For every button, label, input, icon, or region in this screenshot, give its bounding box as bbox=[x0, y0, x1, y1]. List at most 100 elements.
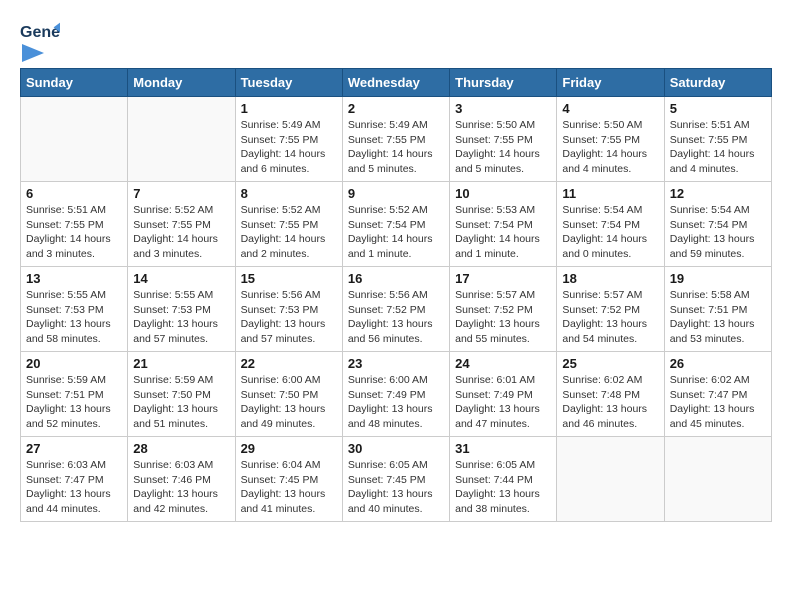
day-info: Sunrise: 5:59 AM Sunset: 7:51 PM Dayligh… bbox=[26, 373, 122, 432]
day-info: Sunrise: 6:05 AM Sunset: 7:44 PM Dayligh… bbox=[455, 458, 551, 517]
day-info: Sunrise: 5:49 AM Sunset: 7:55 PM Dayligh… bbox=[241, 118, 337, 177]
calendar-cell: 5 Sunrise: 5:51 AM Sunset: 7:55 PM Daylig… bbox=[664, 97, 771, 182]
day-info: Sunrise: 5:49 AM Sunset: 7:55 PM Dayligh… bbox=[348, 118, 444, 177]
calendar-cell: 14 Sunrise: 5:55 AM Sunset: 7:53 PM Dayli… bbox=[128, 267, 235, 352]
day-number: 19 bbox=[670, 271, 766, 286]
calendar-week-4: 20Sunrise: 5:59 AM Sunset: 7:51 PM Dayli… bbox=[21, 352, 772, 437]
calendar-cell: 6Sunrise: 5:51 AM Sunset: 7:55 PM Daylig… bbox=[21, 182, 128, 267]
calendar-cell: 16 Sunrise: 5:56 AM Sunset: 7:52 PM Dayli… bbox=[342, 267, 449, 352]
day-number: 31 bbox=[455, 441, 551, 456]
calendar-cell: 2 Sunrise: 5:49 AM Sunset: 7:55 PM Daylig… bbox=[342, 97, 449, 182]
day-info: Sunrise: 5:55 AM Sunset: 7:53 PM Dayligh… bbox=[133, 288, 229, 347]
day-number: 26 bbox=[670, 356, 766, 371]
day-number: 25 bbox=[562, 356, 658, 371]
calendar-week-2: 6Sunrise: 5:51 AM Sunset: 7:55 PM Daylig… bbox=[21, 182, 772, 267]
weekday-tuesday: Tuesday bbox=[235, 69, 342, 97]
weekday-header-row: SundayMondayTuesdayWednesdayThursdayFrid… bbox=[21, 69, 772, 97]
calendar-cell: 8Sunrise: 5:52 AM Sunset: 7:55 PM Daylig… bbox=[235, 182, 342, 267]
day-info: Sunrise: 5:52 AM Sunset: 7:54 PM Dayligh… bbox=[348, 203, 444, 262]
day-number: 1 bbox=[241, 101, 337, 116]
day-info: Sunrise: 6:00 AM Sunset: 7:50 PM Dayligh… bbox=[241, 373, 337, 432]
calendar-cell bbox=[664, 437, 771, 522]
calendar-cell: 30 Sunrise: 6:05 AM Sunset: 7:45 PM Dayli… bbox=[342, 437, 449, 522]
calendar-cell: 29Sunrise: 6:04 AM Sunset: 7:45 PM Dayli… bbox=[235, 437, 342, 522]
day-number: 16 bbox=[348, 271, 444, 286]
day-info: Sunrise: 5:57 AM Sunset: 7:52 PM Dayligh… bbox=[455, 288, 551, 347]
day-number: 29 bbox=[241, 441, 337, 456]
weekday-wednesday: Wednesday bbox=[342, 69, 449, 97]
calendar-week-3: 13 Sunrise: 5:55 AM Sunset: 7:53 PM Dayli… bbox=[21, 267, 772, 352]
calendar-cell: 28 Sunrise: 6:03 AM Sunset: 7:46 PM Dayli… bbox=[128, 437, 235, 522]
calendar-cell: 17 Sunrise: 5:57 AM Sunset: 7:52 PM Dayli… bbox=[450, 267, 557, 352]
calendar-cell bbox=[21, 97, 128, 182]
day-number: 28 bbox=[133, 441, 229, 456]
day-number: 23 bbox=[348, 356, 444, 371]
calendar-table: SundayMondayTuesdayWednesdayThursdayFrid… bbox=[20, 68, 772, 522]
calendar-week-1: 1 Sunrise: 5:49 AM Sunset: 7:55 PM Daylig… bbox=[21, 97, 772, 182]
day-info: Sunrise: 6:00 AM Sunset: 7:49 PM Dayligh… bbox=[348, 373, 444, 432]
day-info: Sunrise: 6:05 AM Sunset: 7:45 PM Dayligh… bbox=[348, 458, 444, 517]
calendar-cell: 24 Sunrise: 6:01 AM Sunset: 7:49 PM Dayli… bbox=[450, 352, 557, 437]
day-number: 24 bbox=[455, 356, 551, 371]
day-info: Sunrise: 6:02 AM Sunset: 7:48 PM Dayligh… bbox=[562, 373, 658, 432]
day-number: 11 bbox=[562, 186, 658, 201]
day-number: 13 bbox=[26, 271, 122, 286]
day-info: Sunrise: 6:03 AM Sunset: 7:47 PM Dayligh… bbox=[26, 458, 122, 517]
day-number: 2 bbox=[348, 101, 444, 116]
day-number: 10 bbox=[455, 186, 551, 201]
calendar-cell: 19 Sunrise: 5:58 AM Sunset: 7:51 PM Dayli… bbox=[664, 267, 771, 352]
day-number: 9 bbox=[348, 186, 444, 201]
day-number: 7 bbox=[133, 186, 229, 201]
day-info: Sunrise: 6:02 AM Sunset: 7:47 PM Dayligh… bbox=[670, 373, 766, 432]
weekday-saturday: Saturday bbox=[664, 69, 771, 97]
calendar-cell: 21 Sunrise: 5:59 AM Sunset: 7:50 PM Dayli… bbox=[128, 352, 235, 437]
day-number: 14 bbox=[133, 271, 229, 286]
day-number: 30 bbox=[348, 441, 444, 456]
day-info: Sunrise: 5:56 AM Sunset: 7:52 PM Dayligh… bbox=[348, 288, 444, 347]
day-info: Sunrise: 5:53 AM Sunset: 7:54 PM Dayligh… bbox=[455, 203, 551, 262]
calendar-cell: 12 Sunrise: 5:54 AM Sunset: 7:54 PM Dayli… bbox=[664, 182, 771, 267]
calendar-cell: 9 Sunrise: 5:52 AM Sunset: 7:54 PM Daylig… bbox=[342, 182, 449, 267]
day-info: Sunrise: 5:52 AM Sunset: 7:55 PM Dayligh… bbox=[133, 203, 229, 262]
day-number: 3 bbox=[455, 101, 551, 116]
calendar-cell: 11Sunrise: 5:54 AM Sunset: 7:54 PM Dayli… bbox=[557, 182, 664, 267]
day-number: 18 bbox=[562, 271, 658, 286]
calendar-week-5: 27Sunrise: 6:03 AM Sunset: 7:47 PM Dayli… bbox=[21, 437, 772, 522]
day-info: Sunrise: 5:58 AM Sunset: 7:51 PM Dayligh… bbox=[670, 288, 766, 347]
calendar-cell: 1 Sunrise: 5:49 AM Sunset: 7:55 PM Daylig… bbox=[235, 97, 342, 182]
calendar-cell: 27Sunrise: 6:03 AM Sunset: 7:47 PM Dayli… bbox=[21, 437, 128, 522]
calendar-cell: 18 Sunrise: 5:57 AM Sunset: 7:52 PM Dayli… bbox=[557, 267, 664, 352]
day-info: Sunrise: 5:50 AM Sunset: 7:55 PM Dayligh… bbox=[455, 118, 551, 177]
svg-text:General: General bbox=[20, 24, 60, 41]
day-info: Sunrise: 5:51 AM Sunset: 7:55 PM Dayligh… bbox=[26, 203, 122, 262]
calendar-cell: 13 Sunrise: 5:55 AM Sunset: 7:53 PM Dayli… bbox=[21, 267, 128, 352]
calendar-cell: 15 Sunrise: 5:56 AM Sunset: 7:53 PM Dayli… bbox=[235, 267, 342, 352]
logo: General bbox=[20, 20, 60, 58]
calendar-cell: 22 Sunrise: 6:00 AM Sunset: 7:50 PM Dayli… bbox=[235, 352, 342, 437]
day-info: Sunrise: 5:59 AM Sunset: 7:50 PM Dayligh… bbox=[133, 373, 229, 432]
calendar-cell: 31 Sunrise: 6:05 AM Sunset: 7:44 PM Dayli… bbox=[450, 437, 557, 522]
day-info: Sunrise: 5:57 AM Sunset: 7:52 PM Dayligh… bbox=[562, 288, 658, 347]
day-number: 8 bbox=[241, 186, 337, 201]
day-info: Sunrise: 6:03 AM Sunset: 7:46 PM Dayligh… bbox=[133, 458, 229, 517]
weekday-sunday: Sunday bbox=[21, 69, 128, 97]
calendar-cell: 10 Sunrise: 5:53 AM Sunset: 7:54 PM Dayli… bbox=[450, 182, 557, 267]
day-info: Sunrise: 5:51 AM Sunset: 7:55 PM Dayligh… bbox=[670, 118, 766, 177]
day-number: 12 bbox=[670, 186, 766, 201]
calendar-cell: 4Sunrise: 5:50 AM Sunset: 7:55 PM Daylig… bbox=[557, 97, 664, 182]
day-number: 22 bbox=[241, 356, 337, 371]
day-number: 17 bbox=[455, 271, 551, 286]
day-info: Sunrise: 6:01 AM Sunset: 7:49 PM Dayligh… bbox=[455, 373, 551, 432]
day-info: Sunrise: 5:56 AM Sunset: 7:53 PM Dayligh… bbox=[241, 288, 337, 347]
day-info: Sunrise: 5:55 AM Sunset: 7:53 PM Dayligh… bbox=[26, 288, 122, 347]
calendar-cell bbox=[557, 437, 664, 522]
weekday-monday: Monday bbox=[128, 69, 235, 97]
day-number: 21 bbox=[133, 356, 229, 371]
day-number: 4 bbox=[562, 101, 658, 116]
day-number: 15 bbox=[241, 271, 337, 286]
page-header: General bbox=[20, 20, 772, 58]
calendar-cell: 26 Sunrise: 6:02 AM Sunset: 7:47 PM Dayli… bbox=[664, 352, 771, 437]
day-number: 5 bbox=[670, 101, 766, 116]
day-info: Sunrise: 5:54 AM Sunset: 7:54 PM Dayligh… bbox=[670, 203, 766, 262]
calendar-cell: 3 Sunrise: 5:50 AM Sunset: 7:55 PM Daylig… bbox=[450, 97, 557, 182]
